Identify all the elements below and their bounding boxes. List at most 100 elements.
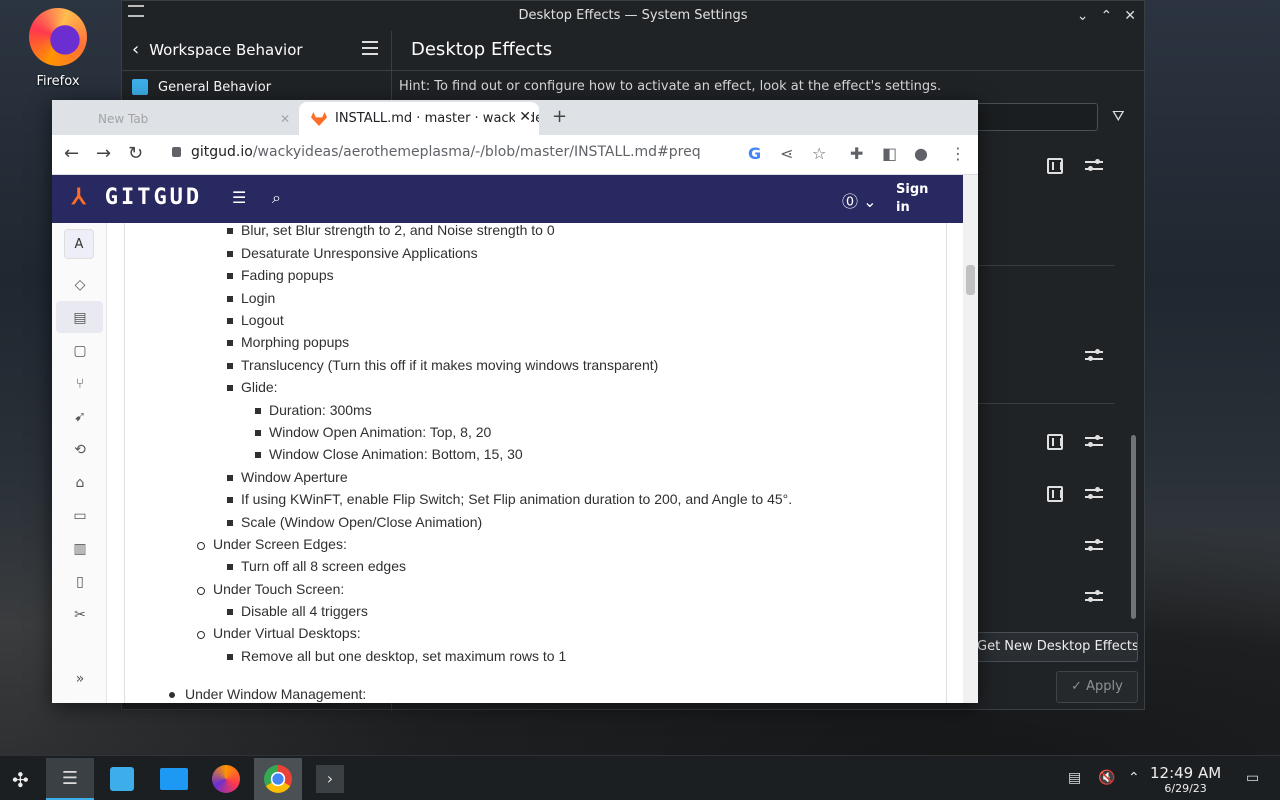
folder-icon [160, 768, 188, 790]
list-item: Window Open Animation: Top, 8, 20 [254, 424, 492, 440]
settings-icon: ☰ [61, 767, 79, 789]
new-tab-icon[interactable]: + [552, 106, 567, 127]
google-icon[interactable]: G [748, 144, 761, 163]
video-icon[interactable] [1047, 434, 1063, 450]
cicd-icon[interactable]: ➹ [72, 409, 88, 425]
list-item: Under Window Management: [168, 686, 367, 702]
sign-in-link[interactable]: Sign in [896, 181, 936, 217]
issues-icon[interactable]: ▢ [72, 343, 88, 359]
help-icon[interactable]: ⓪ ⌄ [842, 188, 877, 212]
configure-icon[interactable] [1085, 159, 1103, 173]
video-icon[interactable] [1047, 486, 1063, 502]
expand-sidebar-icon[interactable]: » [72, 671, 88, 687]
general-behavior-icon [132, 79, 148, 95]
hamburger-menu-icon[interactable]: ☰ [232, 188, 246, 207]
reload-icon[interactable]: ↻ [128, 143, 143, 164]
browser-window: New Tab ✕ INSTALL.md · master · wackyide… [52, 100, 978, 703]
configure-icon[interactable] [1085, 435, 1103, 449]
configure-icon[interactable] [1085, 487, 1103, 501]
taskbar-chrome[interactable] [254, 758, 302, 800]
gitgud-logo[interactable]: ⅄ GITGUD [72, 185, 202, 210]
filter-icon[interactable]: ⛛ [1112, 107, 1125, 125]
apply-label: Apply [1086, 679, 1123, 694]
clock-time: 12:49 AM [1150, 764, 1222, 782]
side-panel-icon[interactable]: ◧ [882, 144, 897, 163]
project-avatar[interactable]: A [64, 229, 94, 259]
list-item: Under Screen Edges: [197, 536, 347, 552]
tab-strip: New Tab ✕ INSTALL.md · master · wackyide… [52, 100, 978, 135]
configure-icon[interactable] [1085, 539, 1103, 553]
address-bar[interactable]: gitgud.io/wackyideas/aerothemeplasma/-/b… [172, 144, 701, 160]
tab-close-icon[interactable]: ✕ [515, 109, 531, 125]
merge-requests-icon[interactable]: ⑂ [72, 376, 88, 392]
taskbar-firefox[interactable] [202, 758, 250, 800]
project-info-icon[interactable]: ◇ [72, 277, 88, 293]
extensions-icon[interactable]: ✚ [850, 144, 863, 163]
search-icon[interactable]: ⌕ [272, 188, 281, 208]
list-item: Under Virtual Desktops: [197, 625, 361, 641]
effect-row [1047, 482, 1117, 506]
app-launcher-icon[interactable]: ✣ [12, 768, 29, 792]
maximize-icon[interactable]: ⌃ [1101, 1, 1113, 31]
settings-window-title: Desktop Effects — System Settings [518, 8, 748, 23]
desktop-icon-label: Firefox [36, 74, 80, 89]
chrome-icon [264, 765, 292, 793]
back-button[interactable]: ‹ Workspace Behavior [132, 39, 303, 60]
effect-row [1047, 430, 1117, 454]
tab-install-md[interactable]: INSTALL.md · master · wackyideas / aerot… [299, 102, 539, 135]
bookmark-star-icon[interactable]: ☆ [812, 144, 826, 163]
effects-scrollbar[interactable] [1131, 435, 1136, 619]
project-sidebar: A ◇ ▤ ▢ ⑂ ➹ ⟲ ⌂ ▭ ▥ ▯ ✂ » [52, 223, 107, 703]
share-icon[interactable]: ⋖ [780, 144, 793, 163]
show-desktop-icon[interactable]: ▭ [1246, 770, 1259, 786]
snippets-icon[interactable]: ✂ [72, 607, 88, 623]
list-item: Translucency (Turn this off if it makes … [226, 357, 659, 373]
back-arrow-icon[interactable]: ← [64, 143, 79, 164]
list-item: Disable all 4 triggers [227, 603, 368, 619]
desktop-icon-firefox[interactable]: Firefox [22, 8, 94, 89]
clock[interactable]: 12:49 AM 6/29/23 [1150, 764, 1221, 795]
taskbar-discover[interactable] [98, 758, 146, 800]
wiki-icon[interactable]: ▯ [72, 574, 88, 590]
list-item: Remove all but one desktop, set maximum … [226, 648, 567, 664]
list-item: Desaturate Unresponsive Applications [227, 245, 478, 261]
kebab-menu-icon[interactable]: ⋮ [950, 144, 966, 163]
tab-new-tab[interactable]: New Tab ✕ [64, 106, 298, 135]
scrollbar-thumb[interactable] [966, 265, 975, 295]
taskbar-system-settings[interactable]: ☰ [46, 758, 94, 800]
effect-row [1085, 585, 1155, 609]
apply-button[interactable]: ✓ Apply [1056, 671, 1138, 703]
monitor-icon[interactable]: ▭ [72, 508, 88, 524]
taskbar: ✣ ☰ › ▤ 🔇 ⌃ 12:49 AM 6/29/23 ▭ [0, 755, 1280, 800]
list-item: Turn off all 8 screen edges [227, 558, 406, 574]
store-icon [110, 767, 134, 791]
page-scrollbar[interactable] [963, 175, 978, 703]
packages-icon[interactable]: ⌂ [72, 475, 88, 491]
analytics-icon[interactable]: ▥ [72, 541, 88, 557]
taskbar-files[interactable] [150, 758, 198, 800]
repository-icon[interactable]: ▤ [72, 310, 88, 326]
deployments-icon[interactable]: ⟲ [72, 442, 88, 458]
effect-row [1085, 534, 1155, 558]
taskbar-terminal[interactable]: › [306, 758, 354, 800]
url-host: gitgud.io [191, 144, 253, 160]
profile-icon[interactable]: ● [914, 144, 928, 163]
configure-icon[interactable] [1085, 590, 1103, 604]
hamburger-menu-icon[interactable] [362, 41, 378, 55]
tab-close-icon[interactable]: ✕ [280, 112, 290, 126]
sidebar-item-general-behavior[interactable]: General Behavior [122, 73, 391, 101]
minimize-icon[interactable]: ⌄ [1077, 1, 1089, 31]
tab-title: New Tab [98, 112, 149, 126]
chevron-up-icon[interactable]: ⌃ [1128, 770, 1140, 786]
list-item: Logout [227, 312, 284, 328]
volume-muted-icon[interactable]: 🔇 [1098, 770, 1115, 786]
list-item: Window Aperture [227, 469, 348, 485]
forward-arrow-icon[interactable]: → [96, 143, 111, 164]
video-icon[interactable] [1047, 158, 1063, 174]
gitgud-navbar: ⅄ GITGUD ☰ ⌕ ⓪ ⌄ Sign in [52, 175, 963, 223]
close-icon[interactable]: ✕ [1124, 1, 1136, 31]
get-new-effects-button[interactable]: Get New Desktop Effects... [972, 632, 1138, 662]
chevron-left-icon: ‹ [132, 39, 140, 60]
configure-icon[interactable] [1085, 349, 1103, 363]
clipboard-icon[interactable]: ▤ [1068, 770, 1081, 786]
